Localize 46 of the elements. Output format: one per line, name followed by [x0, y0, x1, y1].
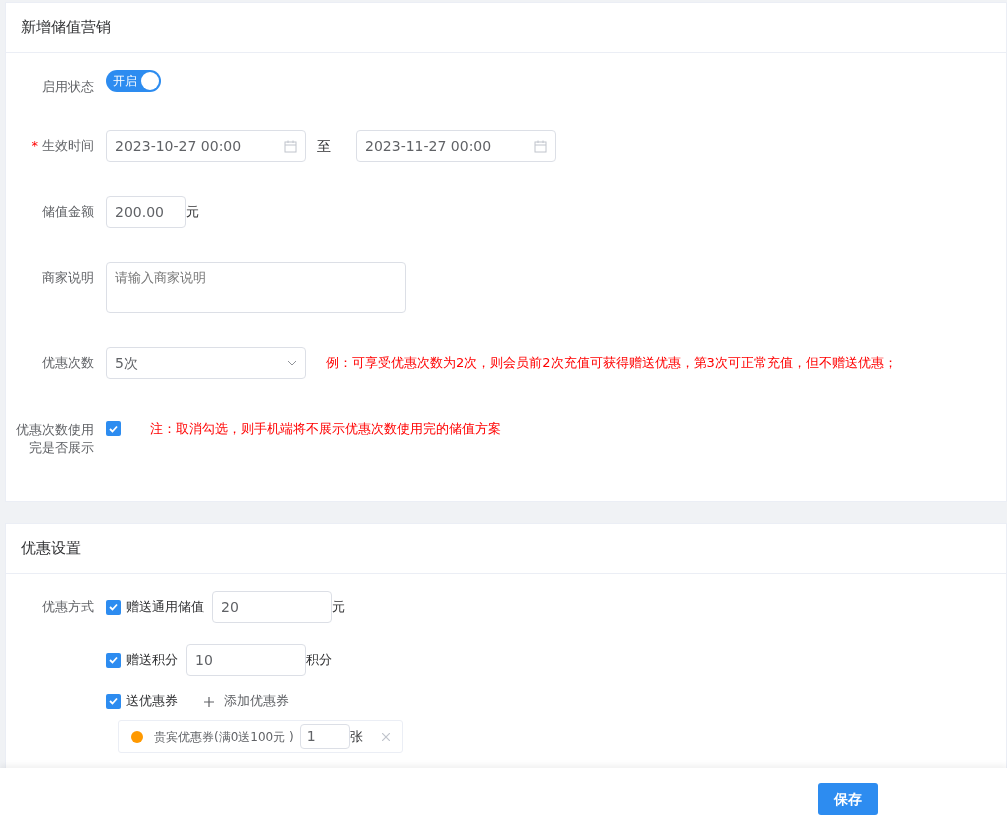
- checkbox[interactable]: [106, 652, 121, 668]
- coupon-name: 贵宾优惠券(满0送100元 ): [154, 728, 294, 746]
- amount-input[interactable]: 200.00: [106, 196, 186, 228]
- unit-label: 元: [332, 598, 345, 617]
- checkbox[interactable]: [106, 421, 121, 436]
- checkbox[interactable]: [106, 693, 121, 709]
- calendar-icon: [284, 139, 297, 153]
- field-label: 优惠次数: [41, 354, 95, 372]
- option-label: 赠送通用储值: [126, 598, 204, 617]
- plus-icon[interactable]: [204, 696, 214, 707]
- checkmark-icon: [109, 656, 118, 664]
- count-select[interactable]: 5次: [106, 347, 306, 379]
- unit-label: 积分: [306, 651, 332, 670]
- unit-label: 元: [186, 203, 199, 221]
- required-asterisk: *: [31, 138, 38, 153]
- checkbox[interactable]: [106, 599, 121, 615]
- option-label: 赠送积分: [126, 651, 178, 670]
- description-textarea[interactable]: 请输入商家说明: [106, 262, 406, 313]
- value-input[interactable]: 20: [212, 591, 332, 623]
- field-label: 启用状态: [41, 78, 95, 96]
- field-label: 商家说明: [41, 269, 95, 287]
- add-coupon-link[interactable]: 添加优惠券: [224, 693, 289, 709]
- range-separator: 至: [316, 137, 332, 156]
- section-title: 新增储值营销: [21, 17, 111, 39]
- checkmark-icon: [109, 603, 118, 611]
- date-input[interactable]: 2023-11-27 00:00: [356, 130, 556, 162]
- dot-icon: [131, 730, 143, 743]
- field-label: 优惠方式: [41, 598, 95, 616]
- hint-text: 注：取消勾选，则手机端将不展示优惠次数使用完的储值方案: [150, 420, 501, 438]
- field-label: 储值金额: [41, 203, 95, 221]
- date-input[interactable]: 2023-10-27 00:00: [106, 130, 306, 162]
- checkmark-icon: [109, 697, 118, 705]
- toggle-switch[interactable]: 开启: [106, 70, 161, 92]
- field-label-text: 生效时间: [42, 138, 94, 153]
- section-title: 优惠设置: [21, 538, 81, 560]
- close-icon[interactable]: [382, 732, 390, 741]
- chevron-down-icon: [287, 360, 297, 366]
- checkmark-icon: [109, 424, 118, 433]
- unit-label: 张: [349, 727, 363, 746]
- field-label: 优惠次数使用完是否展示: [15, 421, 95, 457]
- count-input[interactable]: 1: [299, 724, 350, 749]
- hint-text: 例：可享受优惠次数为2次，则会员前2次充值可获得赠送优惠，第3次可正常充值，但不赠送优惠；: [326, 354, 897, 372]
- calendar-icon: [534, 139, 547, 153]
- save-button[interactable]: 保存: [818, 783, 878, 815]
- option-label: 送优惠券: [126, 692, 178, 711]
- value-input[interactable]: 10: [186, 644, 306, 676]
